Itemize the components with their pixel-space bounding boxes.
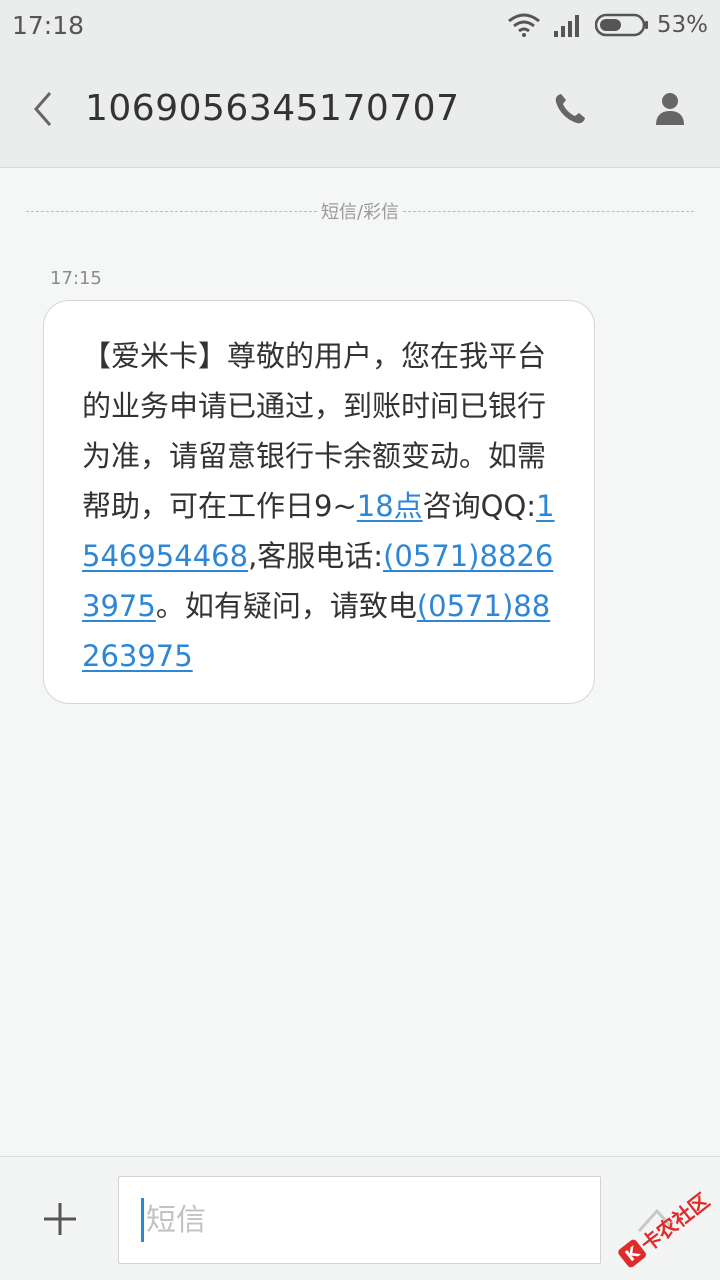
message-timestamp: 17:15: [50, 268, 102, 289]
watermark-text: 卡农社区: [635, 1187, 714, 1257]
message-segment: 咨询QQ:: [422, 489, 537, 523]
contact-button[interactable]: [620, 50, 720, 168]
battery-icon: [594, 13, 648, 37]
signal-icon: [553, 13, 583, 37]
message-type-divider: 短信/彩信: [26, 196, 695, 226]
message-input-box[interactable]: [118, 1176, 601, 1264]
conversation-header: 1069056345170707: [0, 50, 720, 168]
wifi-icon: [507, 13, 541, 37]
status-bar: 17:18 53%: [0, 0, 720, 50]
call-button[interactable]: [520, 50, 620, 168]
person-icon: [656, 92, 684, 125]
battery-indicator: 53%: [594, 12, 708, 38]
message-text: 【爱米卡】尊敬的用户，您在我平台的业务申请已通过，到账时间已银行为准，请留意银行…: [82, 331, 564, 681]
text-cursor: [141, 1198, 144, 1242]
divider-line-left: [26, 210, 317, 212]
message-segment: 。如有疑问，请致电: [155, 589, 417, 623]
time-link[interactable]: 18点: [357, 489, 423, 523]
message-input[interactable]: [146, 1202, 566, 1238]
message-bubble[interactable]: 【爱米卡】尊敬的用户，您在我平台的业务申请已通过，到账时间已银行为准，请留意银行…: [43, 300, 595, 704]
status-time: 17:18: [12, 10, 85, 40]
contact-number: 1069056345170707: [85, 88, 460, 129]
add-attachment-button[interactable]: [30, 1195, 90, 1243]
message-type-label: 短信/彩信: [320, 202, 400, 223]
battery-percent: 53%: [656, 12, 708, 38]
status-icons: 53%: [507, 12, 708, 38]
divider-line-right: [403, 210, 695, 212]
message-segment: ,客服电话:: [248, 539, 384, 573]
plus-icon: [44, 1203, 76, 1235]
phone-icon: [555, 93, 585, 123]
back-button[interactable]: [0, 50, 85, 168]
chevron-left-icon: [33, 91, 51, 126]
